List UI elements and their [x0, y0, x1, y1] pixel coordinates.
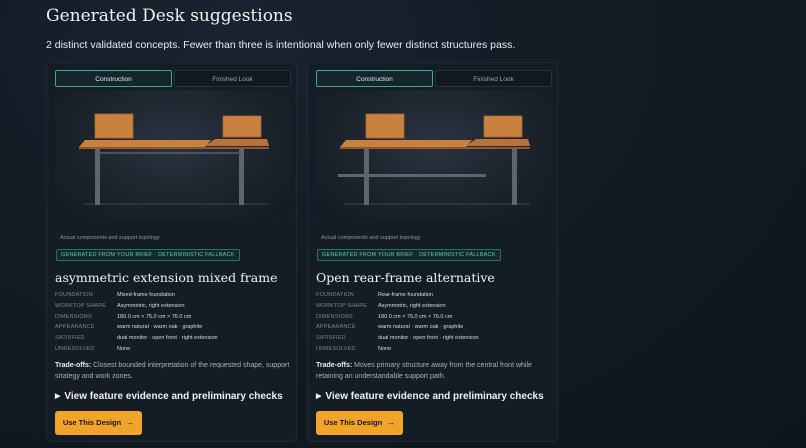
worktop-extension: [205, 139, 269, 146]
spec-value: Asymmetric, right extension: [117, 302, 185, 309]
spec-value: dual monitor · open front · right extens…: [378, 335, 479, 342]
spec-value: 180.0 cm × 75.0 cm × 76.0 cm: [378, 313, 453, 320]
status-badge: GENERATED FROM YOUR BRIEF · DETERMINISTI…: [317, 249, 501, 261]
spec-value: Rear-frame foundation: [378, 292, 434, 298]
design-card: Construction Finished Look Actual compon…: [307, 62, 558, 442]
evidence-label: View feature evidence and preliminary ch…: [64, 391, 283, 402]
spec-key: APPEARANCE: [55, 324, 95, 331]
arrow-right-icon: →: [126, 418, 135, 427]
spec-key: WORKTOP SHAPE: [316, 302, 367, 309]
tab-construction[interactable]: Construction: [55, 70, 172, 87]
spec-key: UNRESOLVED: [316, 345, 356, 352]
evidence-disclosure[interactable]: ▶ View feature evidence and preliminary c…: [316, 391, 544, 402]
button-label: Use This Design: [62, 418, 122, 427]
spec-list: FOUNDATION Mixed-frame foundation WORKTOP…: [55, 292, 291, 357]
use-design-button[interactable]: Use This Design →: [316, 411, 403, 435]
monitor-left: [94, 113, 134, 139]
monitor-right: [483, 115, 523, 138]
spec-row: FOUNDATION Rear-frame foundation: [316, 292, 552, 303]
spec-value: None: [117, 345, 131, 352]
spec-row: SATISFIED dual monitor · open front · rig…: [316, 335, 552, 346]
spec-value: 180.0 cm × 75.0 cm × 76.0 cm: [117, 313, 192, 320]
spec-row: DIMENSIONS 180.0 cm × 75.0 cm × 76.0 cm: [316, 314, 552, 325]
worktop-main: [340, 140, 472, 147]
tab-finished-look[interactable]: Finished Look: [174, 70, 291, 87]
leg-right: [512, 149, 517, 205]
arrow-right-icon: →: [387, 418, 396, 427]
tradeoffs-label: Trade-offs:: [316, 362, 353, 369]
tab-finished-look[interactable]: Finished Look: [435, 70, 552, 87]
worktop-main: [79, 140, 211, 147]
spec-key: WORKTOP SHAPE: [55, 302, 106, 309]
spec-key: APPEARANCE: [316, 324, 356, 331]
spec-row: APPEARANCE warm natural · warm oak · grap…: [55, 324, 291, 335]
render-caption: Actual components and support topology: [321, 235, 421, 241]
construction-render: [316, 90, 552, 220]
page-subtitle: 2 distinct validated concepts. Fewer tha…: [46, 39, 516, 51]
spec-key: SATISFIED: [316, 335, 346, 342]
view-tabs: Construction Finished Look: [55, 70, 291, 87]
concept-title: Open rear-frame alternative: [316, 270, 495, 285]
spec-key: DIMENSIONS: [316, 313, 353, 320]
spec-value: dual monitor · open front · right extens…: [117, 335, 218, 342]
page-title: Generated Desk suggestions: [46, 6, 293, 26]
tab-construction[interactable]: Construction: [316, 70, 433, 87]
spec-value: Asymmetric, right extension: [378, 302, 446, 309]
spec-key: FOUNDATION: [55, 292, 93, 298]
design-card: Construction Finished Look Actual compon…: [46, 62, 297, 442]
spec-key: DIMENSIONS: [55, 313, 92, 320]
leg-left: [95, 149, 100, 205]
view-tabs: Construction Finished Look: [316, 70, 552, 87]
spec-key: SATISFIED: [55, 335, 85, 342]
spec-row: SATISFIED dual monitor · open front · rig…: [55, 335, 291, 346]
spec-row: UNRESOLVED None: [316, 346, 552, 357]
spec-row: DIMENSIONS 180.0 cm × 75.0 cm × 76.0 cm: [55, 314, 291, 325]
status-badge: GENERATED FROM YOUR BRIEF · DETERMINISTI…: [56, 249, 240, 261]
worktop-extension: [466, 139, 530, 146]
render-caption: Actual components and support topology: [60, 235, 160, 241]
tradeoffs: Trade-offs: Closest bounded interpretati…: [55, 361, 291, 382]
spec-value: warm natural · warm oak · graphite: [117, 324, 203, 331]
construction-render: [55, 90, 291, 220]
evidence-label: View feature evidence and preliminary ch…: [325, 391, 544, 402]
spec-key: FOUNDATION: [316, 292, 354, 298]
triangle-right-icon: ▶: [316, 393, 322, 400]
spec-row: APPEARANCE warm natural · warm oak · grap…: [316, 324, 552, 335]
spec-row: FOUNDATION Mixed-frame foundation: [55, 292, 291, 303]
spec-value: warm natural · warm oak · graphite: [378, 324, 464, 331]
spec-key: UNRESOLVED: [55, 345, 95, 352]
use-design-button[interactable]: Use This Design →: [55, 411, 142, 435]
spec-list: FOUNDATION Rear-frame foundation WORKTOP …: [316, 292, 552, 357]
monitor-right: [222, 115, 262, 138]
tradeoffs-text: Closest bounded interpretation of the re…: [55, 362, 290, 380]
spec-row: WORKTOP SHAPE Asymmetric, right extension: [316, 303, 552, 314]
triangle-right-icon: ▶: [55, 393, 61, 400]
rear-frame-bar: [338, 174, 486, 177]
spec-value: Mixed-frame foundation: [117, 292, 175, 298]
leg-right: [239, 149, 244, 205]
concept-title: asymmetric extension mixed frame: [55, 270, 278, 285]
tradeoffs: Trade-offs: Moves primary structure away…: [316, 361, 552, 382]
spec-value: None: [378, 345, 392, 352]
spec-row: UNRESOLVED None: [55, 346, 291, 357]
button-label: Use This Design: [323, 418, 383, 427]
tradeoffs-label: Trade-offs:: [55, 362, 92, 369]
monitor-left: [365, 113, 405, 139]
evidence-disclosure[interactable]: ▶ View feature evidence and preliminary c…: [55, 391, 283, 402]
spec-row: WORKTOP SHAPE Asymmetric, right extension: [55, 303, 291, 314]
